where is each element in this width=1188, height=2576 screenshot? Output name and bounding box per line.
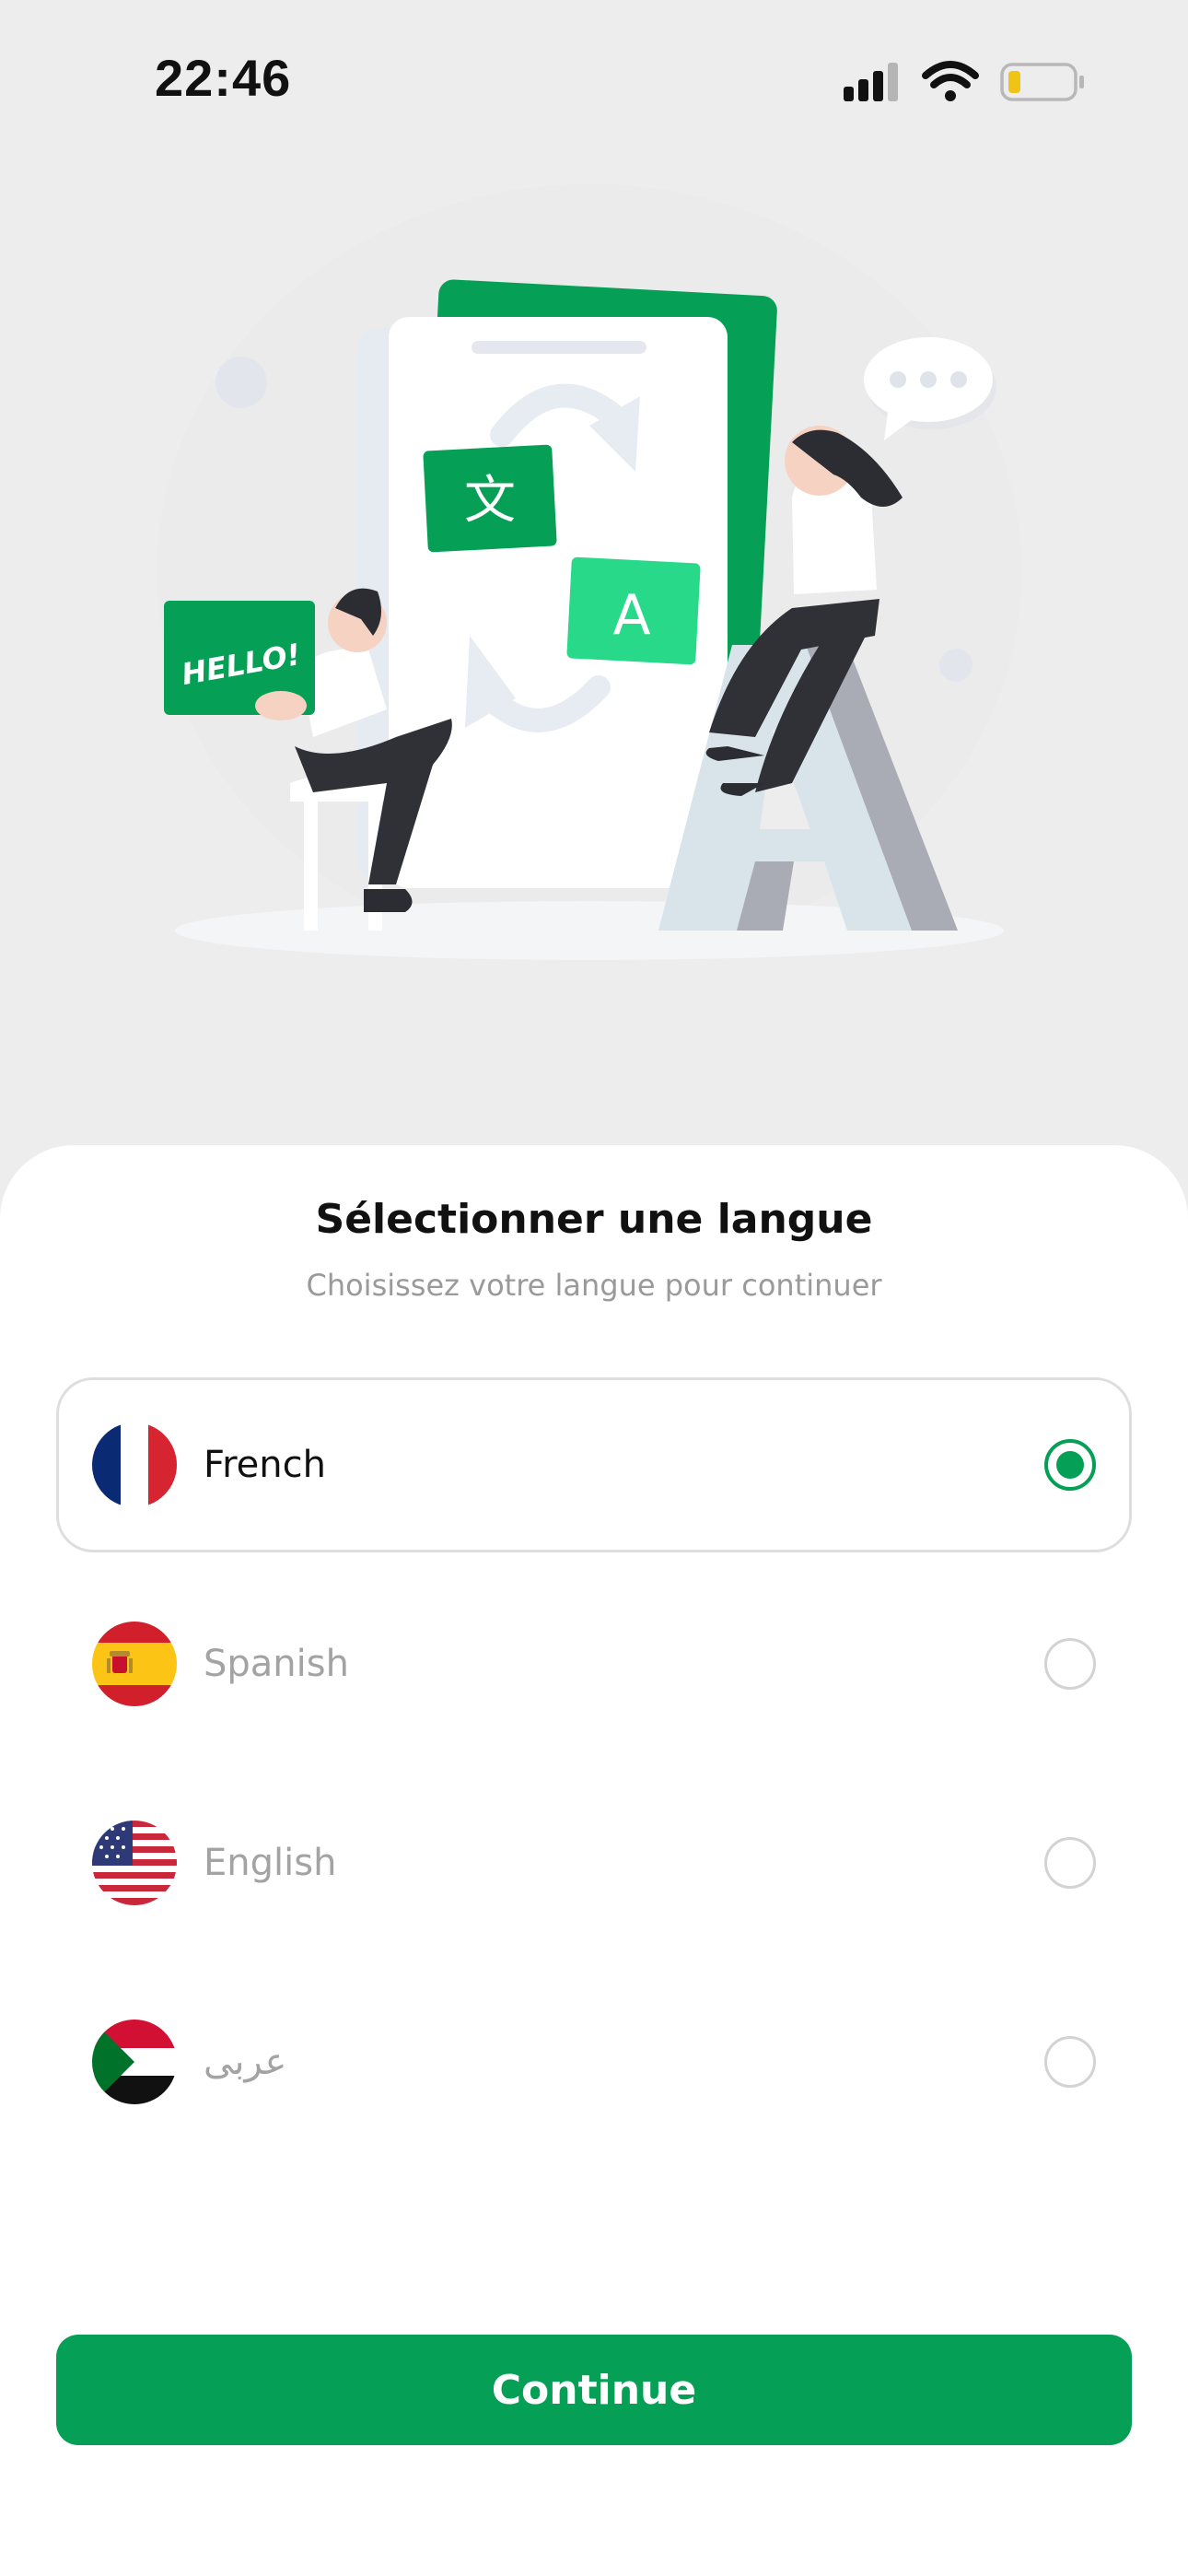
- france-flag-icon: [92, 1423, 177, 1507]
- latin-card-text: A: [612, 583, 650, 648]
- sheet-title: Sélectionner une langue: [315, 1196, 873, 1243]
- continue-button[interactable]: Continue: [56, 2335, 1132, 2445]
- status-time: 22:46: [155, 49, 292, 107]
- usa-flag-icon: [92, 1821, 177, 1905]
- battery-icon: [1000, 63, 1084, 101]
- chinese-card-text: 文: [464, 471, 516, 531]
- language-label: English: [204, 1842, 337, 1884]
- language-label: عربى: [204, 2041, 287, 2083]
- radio-unselected[interactable]: [1044, 1837, 1096, 1889]
- language-illustration: 文 A HELLO!: [0, 166, 1188, 995]
- language-option-spanish[interactable]: Spanish: [56, 1576, 1132, 1751]
- language-label: Spanish: [204, 1643, 349, 1685]
- wifi-icon: [922, 61, 979, 101]
- radio-dot: [1056, 1451, 1084, 1479]
- language-option-arabic[interactable]: عربى: [56, 1974, 1132, 2149]
- sheet-subtitle: Choisissez votre langue pour continuer: [306, 1268, 882, 1303]
- language-label: French: [204, 1444, 326, 1486]
- cellular-signal-icon: [844, 63, 898, 101]
- radio-unselected[interactable]: [1044, 1638, 1096, 1690]
- spain-flag-icon: [92, 1622, 177, 1706]
- status-icons: [829, 55, 1096, 111]
- radio-selected[interactable]: [1044, 1439, 1096, 1491]
- language-list: French Spanish English عربى: [56, 1377, 1132, 2173]
- language-sheet: Sélectionner une langue Choisissez votre…: [0, 1145, 1188, 2576]
- sudan-flag-icon: [92, 2020, 177, 2104]
- language-option-english[interactable]: English: [56, 1775, 1132, 1950]
- language-option-french[interactable]: French: [56, 1377, 1132, 1552]
- radio-unselected[interactable]: [1044, 2036, 1096, 2088]
